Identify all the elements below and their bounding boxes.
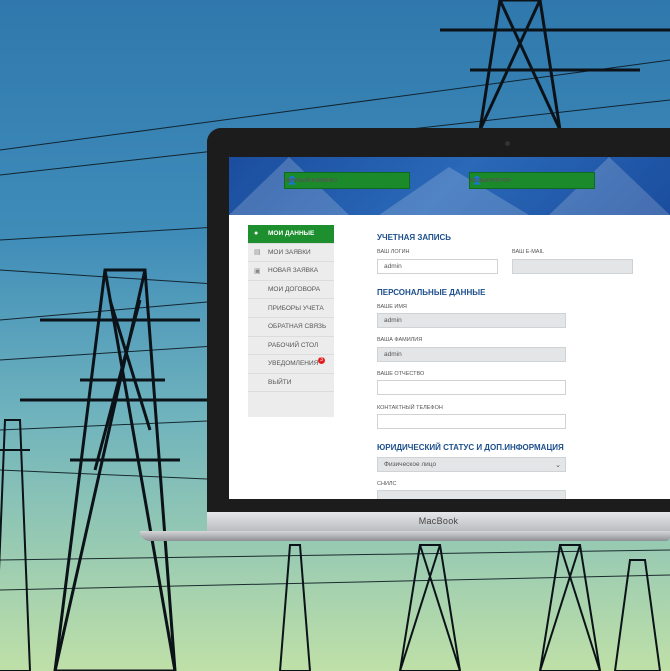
document-icon: ▤: [254, 249, 261, 257]
name-value: admin: [384, 317, 402, 324]
sidebar-item-my-data[interactable]: ● МОИ ДАННЫЕ: [248, 225, 334, 244]
sidebar-item-logout[interactable]: ВЫЙТИ: [248, 374, 334, 393]
sidebar-item-my-contracts[interactable]: МОИ ДОГОВОРА: [248, 281, 334, 300]
email-field[interactable]: [512, 259, 633, 274]
sidebar-item-label: ПРИБОРЫ УЧЕТА: [268, 304, 324, 312]
sidebar-item-label: УВЕДОМЛЕНИЯ: [268, 360, 319, 368]
patronymic-label: ВАШЕ ОТЧЕСТВО: [377, 371, 425, 377]
sidebar-item-label: НОВАЯ ЗАЯВКА: [268, 267, 319, 275]
email-label: ВАШ E-MAIL: [512, 249, 545, 255]
notification-badge: 3: [318, 357, 325, 365]
personal-section-title: ПЕРСОНАЛЬНЫЕ ДАННЫЕ: [377, 288, 486, 297]
sidebar-item-my-requests[interactable]: ▤ МОИ ЗАЯВКИ: [248, 244, 334, 263]
sidebar-item-new-request[interactable]: ▣ НОВАЯ ЗАЯВКА: [248, 262, 334, 281]
phone-label: КОНТАКТНЫЙ ТЕЛЕФОН: [377, 405, 443, 411]
personal-cabinet-button[interactable]: 👤 ЛИЧНЫЙ КАБИНЕТ: [284, 172, 410, 189]
sidebar-item-label: ОБРАТНАЯ СВЯЗЬ: [268, 323, 327, 331]
sidebar-item-feedback[interactable]: ОБРАТНАЯ СВЯЗЬ: [248, 318, 334, 337]
account-section-title: УЧЕТНАЯ ЗАПИСЬ: [377, 233, 452, 242]
sidebar-item-label: МОИ ДАННЫЕ: [268, 230, 315, 238]
webcam: [505, 141, 510, 146]
laptop-brand-label: MacBook: [418, 516, 459, 526]
sidebar-item-meters[interactable]: ПРИБОРЫ УЧЕТА: [248, 299, 334, 318]
sidebar-item-label: МОИ ЗАЯВКИ: [268, 248, 311, 256]
app-header: 👤 ЛИЧНЫЙ КАБИНЕТ 👤 КАЛЬКУЛЯТОР: [229, 157, 670, 215]
sidebar-item-desktop[interactable]: РАБОЧИЙ СТОЛ: [248, 337, 334, 356]
name-field[interactable]: admin: [377, 313, 566, 328]
surname-label: ВАША ФАМИЛИЯ: [377, 337, 423, 343]
snils-field[interactable]: [377, 490, 566, 499]
legal-section-title: ЮРИДИЧЕСКИЙ СТАТУС И ДОП.ИНФОРМАЦИЯ: [377, 443, 564, 452]
surname-field[interactable]: admin: [377, 347, 566, 362]
laptop-base: [140, 531, 670, 541]
sidebar-item-label: МОИ ДОГОВОРА: [268, 286, 321, 294]
legal-status-value: Физическое лицо: [384, 461, 437, 468]
laptop-chin: MacBook: [207, 512, 670, 532]
calculator-button[interactable]: 👤 КАЛЬКУЛЯТОР: [469, 172, 595, 189]
laptop-screen: 👤 ЛИЧНЫЙ КАБИНЕТ 👤 КАЛЬКУЛЯТОР ● МОИ ДАН…: [229, 157, 670, 499]
chevron-down-icon: ⌄: [555, 462, 561, 469]
sidebar-item-label: ВЫЙТИ: [268, 379, 292, 387]
background-scene: 👤 ЛИЧНЫЙ КАБИНЕТ 👤 КАЛЬКУЛЯТОР ● МОИ ДАН…: [0, 0, 670, 671]
surname-value: admin: [384, 351, 402, 358]
login-field[interactable]: admin: [377, 259, 498, 274]
snils-label: СНИЛС: [377, 481, 397, 487]
user-icon: ●: [254, 230, 259, 238]
legal-status-select[interactable]: Физическое лицо ⌄: [377, 457, 566, 472]
login-label: ВАШ ЛОГИН: [377, 249, 410, 255]
patronymic-field[interactable]: [377, 380, 566, 395]
login-value: admin: [384, 263, 402, 270]
personal-cabinet-label: ЛИЧНЫЙ КАБИНЕТ: [285, 177, 338, 184]
name-label: ВАШЕ ИМЯ: [377, 304, 407, 310]
sidebar-item-notifications[interactable]: УВЕДОМЛЕНИЯ 3: [248, 355, 334, 374]
phone-field[interactable]: [377, 414, 566, 429]
calculator-label: КАЛЬКУЛЯТОР: [470, 177, 511, 184]
sidebar-menu: ● МОИ ДАННЫЕ ▤ МОИ ЗАЯВКИ ▣ НОВАЯ ЗАЯВКА…: [248, 225, 334, 417]
sidebar-item-label: РАБОЧИЙ СТОЛ: [268, 341, 319, 349]
new-document-icon: ▣: [254, 267, 261, 275]
